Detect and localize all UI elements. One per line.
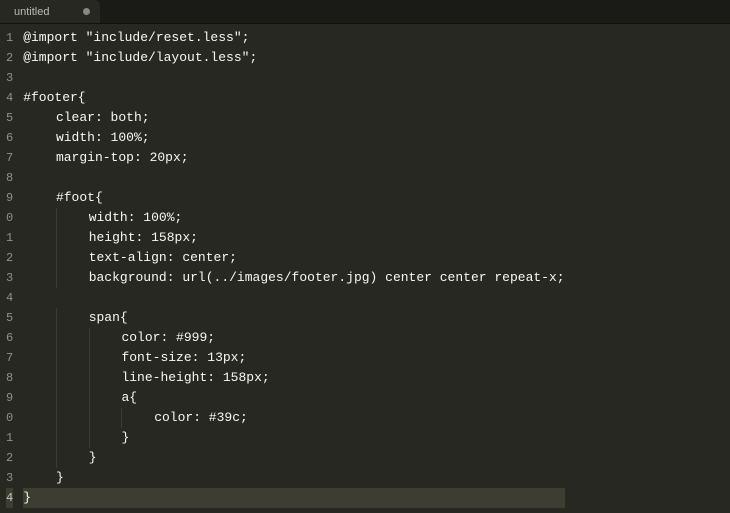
line-number: 2 <box>6 248 13 268</box>
line-number: 4 <box>6 488 13 508</box>
editor: 123456789012345678901234 @import "includ… <box>0 24 730 513</box>
code-line: } <box>23 448 564 468</box>
line-number: 8 <box>6 168 13 188</box>
code-line: width: 100%; <box>23 128 564 148</box>
line-number: 9 <box>6 388 13 408</box>
line-number: 3 <box>6 468 13 488</box>
line-number: 7 <box>6 348 13 368</box>
code-line: @import "include/layout.less"; <box>23 48 564 68</box>
line-number: 7 <box>6 148 13 168</box>
code-line <box>23 168 564 188</box>
line-number: 5 <box>6 108 13 128</box>
code-line: clear: both; <box>23 108 564 128</box>
code-line: margin-top: 20px; <box>23 148 564 168</box>
code-line: } <box>23 468 564 488</box>
line-number: 6 <box>6 328 13 348</box>
line-number: 0 <box>6 208 13 228</box>
line-gutter: 123456789012345678901234 <box>0 24 23 513</box>
line-number: 1 <box>6 428 13 448</box>
line-number: 3 <box>6 268 13 288</box>
code-line: color: #39c; <box>23 408 564 428</box>
code-line <box>23 68 564 88</box>
line-number: 9 <box>6 188 13 208</box>
code-line: text-align: center; <box>23 248 564 268</box>
line-number: 6 <box>6 128 13 148</box>
line-number: 4 <box>6 288 13 308</box>
code-area[interactable]: @import "include/reset.less";@import "in… <box>23 24 564 513</box>
code-line: line-height: 158px; <box>23 368 564 388</box>
line-number: 2 <box>6 48 13 68</box>
line-number: 0 <box>6 408 13 428</box>
dirty-indicator-icon <box>83 8 90 15</box>
line-number: 1 <box>6 228 13 248</box>
code-line: #footer{ <box>23 88 564 108</box>
code-line: background: url(../images/footer.jpg) ce… <box>23 268 564 288</box>
line-number: 2 <box>6 448 13 468</box>
code-line: } <box>23 488 564 508</box>
tab-bar: untitled <box>0 0 730 24</box>
line-number: 5 <box>6 308 13 328</box>
code-line: #foot{ <box>23 188 564 208</box>
line-number: 3 <box>6 68 13 88</box>
code-line: color: #999; <box>23 328 564 348</box>
code-line: font-size: 13px; <box>23 348 564 368</box>
line-number: 8 <box>6 368 13 388</box>
code-line: a{ <box>23 388 564 408</box>
file-tab[interactable]: untitled <box>0 0 100 23</box>
code-line: height: 158px; <box>23 228 564 248</box>
code-line <box>23 288 564 308</box>
tab-title: untitled <box>14 6 49 18</box>
code-line: width: 100%; <box>23 208 564 228</box>
line-number: 1 <box>6 28 13 48</box>
code-line: @import "include/reset.less"; <box>23 28 564 48</box>
code-line: } <box>23 428 564 448</box>
line-number: 4 <box>6 88 13 108</box>
code-line: span{ <box>23 308 564 328</box>
